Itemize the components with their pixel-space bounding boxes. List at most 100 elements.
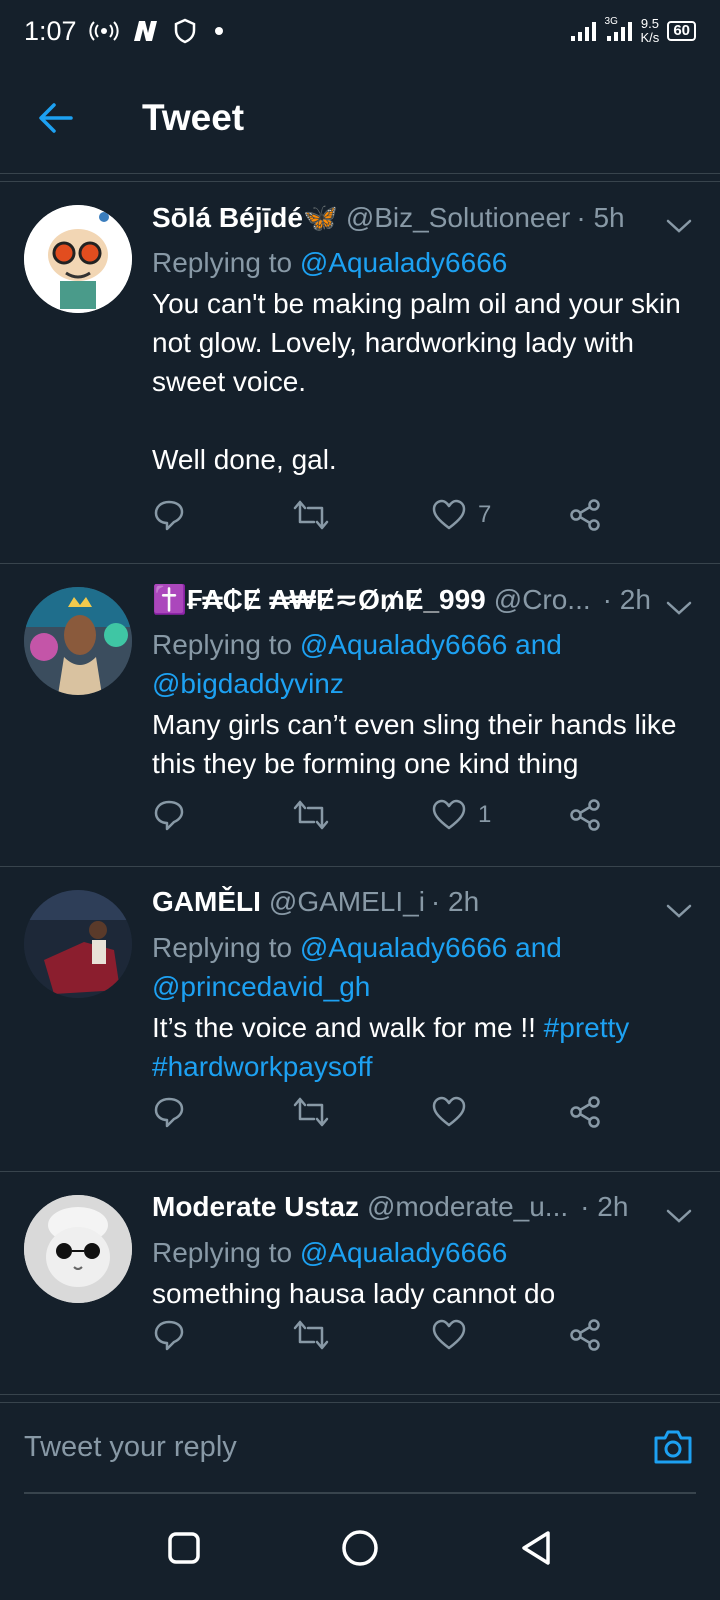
share-icon	[570, 1096, 600, 1128]
camera-icon	[654, 1430, 692, 1464]
tweet-text: It’s the voice and walk for me !! #prett…	[152, 1008, 696, 1086]
heart-icon	[432, 799, 466, 830]
like-count: 7	[478, 501, 492, 528]
hotspot-icon	[89, 20, 119, 42]
signal-3g-icon: 3G	[605, 16, 633, 42]
signal-icon	[569, 20, 597, 42]
avatar[interactable]	[24, 890, 132, 998]
camera-button[interactable]	[650, 1424, 696, 1470]
mention-link[interactable]: @Aqualady6666	[300, 247, 507, 278]
chevron-down-icon[interactable]	[662, 1199, 696, 1233]
replying-prefix: Replying to	[152, 932, 300, 963]
avatar[interactable]	[24, 205, 132, 313]
share-button[interactable]	[568, 1318, 602, 1352]
author-handle[interactable]: @Cro...	[494, 584, 591, 616]
tweet-item[interactable]: ✝️₣₳₵Ɇ ₳₩Ɇ≂Ø₥Ɇ_999 @Cro... · 2h Replying…	[0, 565, 720, 867]
retweet-button[interactable]	[292, 1318, 330, 1352]
author-name[interactable]: ✝️₣₳₵Ɇ ₳₩Ɇ≂Ø₥Ɇ_999	[152, 583, 486, 616]
reply-button[interactable]	[152, 498, 186, 532]
chevron-down-icon[interactable]	[662, 209, 696, 243]
clock: 1:07	[24, 15, 77, 46]
retweet-icon	[293, 500, 329, 530]
author-name[interactable]: Sōlá Béjīdé🦋	[152, 201, 338, 234]
tweet-item[interactable]: Sōlá Béjīdé🦋 @Biz_Solutioneer · 5h Reply…	[0, 183, 720, 564]
author-name[interactable]: Moderate Ustaz	[152, 1191, 359, 1223]
share-icon	[570, 799, 600, 831]
chevron-down-icon[interactable]	[662, 591, 696, 625]
reply-input[interactable]: Tweet your reply	[24, 1431, 237, 1464]
heart-icon	[432, 1319, 466, 1350]
replying-prefix: Replying to	[152, 1237, 300, 1268]
replying-to: Replying to @Aqualady6666	[152, 243, 696, 282]
share-button[interactable]	[568, 498, 602, 532]
back-nav-button[interactable]	[512, 1524, 560, 1572]
timestamp: · 5h	[576, 202, 625, 233]
tweet-actions	[152, 1313, 632, 1357]
reply-composer[interactable]: Tweet your reply	[24, 1402, 696, 1494]
battery-icon: 60	[667, 21, 696, 41]
recent-apps-button[interactable]	[160, 1524, 208, 1572]
hashtag-link[interactable]: #pretty	[544, 1012, 630, 1043]
tweet-text: You can't be making palm oil and your sk…	[152, 288, 681, 475]
like-button[interactable]: 1	[432, 799, 491, 831]
tweet-text: Many girls can’t even sling their hands …	[152, 709, 685, 779]
mention-link[interactable]: @Aqualady6666	[300, 1237, 507, 1268]
reply-icon	[154, 800, 184, 831]
reply-button[interactable]	[152, 1318, 186, 1352]
status-bar: 1:07 3G 9.5 K/s 60	[0, 0, 720, 62]
reply-icon	[154, 1320, 184, 1351]
chevron-down-icon[interactable]	[662, 894, 696, 928]
tweet-item[interactable]: Moderate Ustaz @moderate_u... · 2h Reply…	[0, 1173, 720, 1395]
reply-button[interactable]	[152, 1095, 186, 1129]
like-button[interactable]	[432, 1319, 478, 1351]
replying-to: Replying to @Aqualady6666 and @princedav…	[152, 928, 696, 1006]
avatar[interactable]	[24, 587, 132, 695]
battery-level: 60	[673, 22, 690, 39]
arrow-left-icon	[39, 102, 73, 133]
net-speed-unit: K/s	[640, 30, 660, 45]
tweet-actions: 7	[152, 493, 632, 537]
replying-prefix: Replying to	[152, 629, 300, 660]
like-button[interactable]	[432, 1096, 478, 1128]
reply-button[interactable]	[152, 798, 186, 832]
reply-icon	[154, 1097, 184, 1128]
share-button[interactable]	[568, 1095, 602, 1129]
like-button[interactable]: 7	[432, 499, 491, 531]
home-button[interactable]	[336, 1524, 384, 1572]
timestamp: · 2h	[430, 886, 480, 917]
net-speed: 9.5 K/s	[641, 17, 660, 45]
heart-icon	[432, 499, 466, 530]
like-count: 1	[478, 801, 492, 828]
author-handle[interactable]: @Biz_Solutioneer	[346, 202, 571, 234]
back-button[interactable]	[26, 88, 86, 148]
avatar[interactable]	[24, 1195, 132, 1303]
page-title: Tweet	[142, 96, 245, 138]
reply-icon	[154, 500, 184, 531]
hashtag-link[interactable]: #hardworkpaysoff	[152, 1051, 373, 1082]
retweet-icon	[293, 1097, 329, 1127]
top-app-bar: Tweet	[0, 62, 720, 174]
square-icon	[168, 1532, 200, 1564]
replying-to: Replying to @Aqualady6666 and @bigdaddyv…	[152, 625, 696, 703]
author-name[interactable]: GAMĚLI	[152, 886, 261, 918]
net-speed-value: 9.5	[640, 16, 659, 31]
system-nav-bar	[0, 1496, 720, 1600]
retweet-button[interactable]	[292, 498, 330, 532]
tweet-text-plain: It’s the voice and walk for me !!	[152, 1012, 544, 1043]
tweet-item[interactable]: GAMĚLI @GAMELI_i · 2h Replying to @Aqual…	[0, 868, 720, 1172]
notification-dot-icon	[209, 21, 229, 41]
timestamp: · 2h	[580, 1191, 629, 1222]
share-icon	[570, 1319, 600, 1351]
tweet-text: something hausa lady cannot do	[152, 1278, 556, 1309]
share-button[interactable]	[568, 798, 602, 832]
author-handle[interactable]: @moderate_u...	[367, 1191, 568, 1223]
retweet-icon	[293, 800, 329, 830]
retweet-button[interactable]	[292, 1095, 330, 1129]
tweet-actions: 1	[152, 793, 632, 837]
author-handle[interactable]: @GAMELI_i	[269, 886, 425, 918]
n-app-icon	[131, 19, 161, 43]
retweet-button[interactable]	[292, 798, 330, 832]
replying-to: Replying to @Aqualady6666	[152, 1233, 696, 1272]
timestamp: · 2h	[602, 584, 651, 615]
tweet-actions	[152, 1090, 632, 1134]
